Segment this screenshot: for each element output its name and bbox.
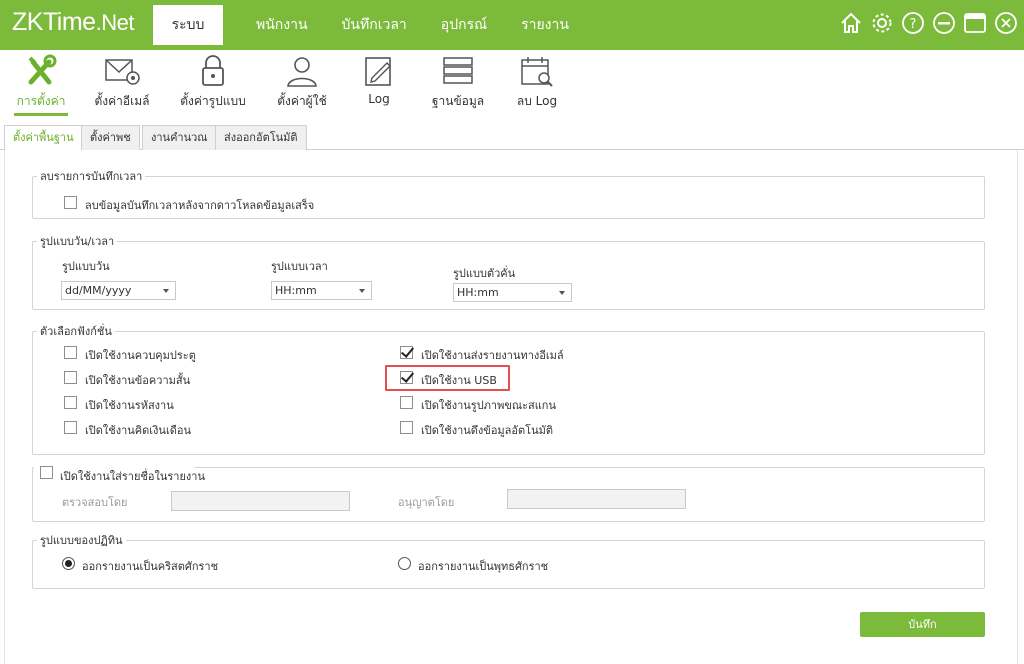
time-format-select[interactable]: HH:mm [271,281,372,300]
auto-download-label: เปิดใช้งานดึงข้อมูลอัตโนมัติ [421,424,553,437]
save-button[interactable]: บันทึก [860,612,985,637]
main-nav: ระบบ พนักงาน บันทึกเวลา อุปกรณ์ รายงาน [153,5,586,45]
usb-highlight-box [385,365,510,391]
nav-employee[interactable]: พนักงาน [239,5,325,45]
separator-format-select[interactable]: HH:mm [453,283,572,302]
calendar-format-legend: รูปแบบของปฏิทิน [40,534,123,547]
edit-log-icon [359,54,399,88]
function-options-legend: ตัวเลือกฟังก์ชั่น [40,325,112,338]
tool-user-settings[interactable]: ตั้งค่าผู้ใช้ [276,50,328,116]
payroll-checkbox[interactable] [64,421,77,434]
delete-records-legend: ลบรายการบันทึกเวลา [40,170,143,183]
nav-attendance[interactable]: บันทึกเวลา [325,5,424,45]
short-message-checkbox[interactable] [64,371,77,384]
svg-text:?: ? [910,17,917,32]
door-control-label: เปิดใช้งานควบคุมประตู [85,349,196,362]
tool-log[interactable]: Log [362,50,396,116]
home-icon[interactable] [839,11,863,35]
user-icon [282,54,322,88]
delete-after-download-label: ลบข้อมูลบันทึกเวลาหลังจากดาวโหลดข้อมูลเส… [85,199,315,212]
delete-log-icon [517,54,557,88]
short-message-label: เปิดใช้งานข้อความสั้น [85,374,191,387]
approved-by-input[interactable] [507,489,686,509]
email-settings-icon [102,54,142,88]
payroll-label: เปิดใช้งานคิดเงินเดือน [85,424,191,437]
lock-icon [193,54,233,88]
christian-era-radio[interactable] [62,557,75,570]
date-format-label: รูปแบบวัน [62,260,110,273]
tool-database[interactable]: ฐานข้อมูล [430,50,486,116]
top-bar: ZKTime.Net ระบบ พนักงาน บันทึกเวลา อุปกร… [0,0,1024,50]
signature-checkbox[interactable] [40,466,53,479]
tool-delete-log[interactable]: ลบ Log [514,50,560,116]
checked-by-input[interactable] [171,491,350,511]
time-format-label: รูปแบบเวลา [271,260,328,273]
database-icon [438,54,478,88]
approved-by-label: อนุญาตโดย [398,496,455,509]
tools-icon [21,54,61,88]
settings-toolbar: การตั้งค่า ตั้งค่าอีเมล์ ตั้งค่ารูปแบบ ต… [0,50,1024,118]
settings-icon[interactable] [870,11,894,35]
settings-subtabs: ตั้งค่าพื้นฐาน ตั้งค่าพช งานคำนวณ ส่งออก… [0,118,1024,151]
datetime-format-legend: รูปแบบวัน/เวลา [40,235,115,248]
buddhist-era-radio[interactable] [398,557,411,570]
scan-photo-checkbox[interactable] [400,396,413,409]
christian-era-label: ออกรายงานเป็นคริสตศักราช [82,560,219,573]
work-code-label: เปิดใช้งานรหัสงาน [85,399,174,412]
help-icon[interactable]: ? [901,11,925,35]
tool-email-settings[interactable]: ตั้งค่าอีเมล์ [90,50,154,116]
subtab-holiday[interactable]: ตั้งค่าพช [81,125,140,150]
separator-format-label: รูปแบบตัวคั่น [453,267,516,280]
nav-report[interactable]: รายงาน [504,5,586,45]
date-format-select[interactable]: dd/MM/yyyy [61,281,176,300]
chevron-down-icon [559,291,565,295]
chevron-down-icon [359,289,365,293]
work-code-checkbox[interactable] [64,396,77,409]
subtab-auto-export[interactable]: ส่งออกอัตโนมัติ [215,125,307,150]
app-logo: ZKTime.Net [12,8,134,36]
subtab-basic[interactable]: ตั้งค่าพื้นฐาน [4,125,83,151]
signature-legend: เปิดใช้งานใส่รายชื่อในรายงาน [60,470,205,483]
chevron-down-icon [163,289,169,293]
close-icon[interactable] [994,11,1018,35]
window-controls: ? [839,11,1018,35]
buddhist-era-label: ออกรายงานเป็นพุทธศักราช [418,560,549,573]
scan-photo-label: เปิดใช้งานรูปภาพขณะสแกน [421,399,556,412]
auto-download-checkbox[interactable] [400,421,413,434]
subtab-calculation[interactable]: งานคำนวณ [142,125,217,150]
checked-by-label: ตรวจสอบโดย [62,496,128,509]
maximize-icon[interactable] [963,11,987,35]
nav-device[interactable]: อุปกรณ์ [424,5,504,45]
nav-system[interactable]: ระบบ [153,5,223,45]
tool-format-settings[interactable]: ตั้งค่ารูปแบบ [180,50,246,116]
delete-after-download-checkbox[interactable] [64,196,77,209]
tool-settings[interactable]: การตั้งค่า [14,50,68,116]
minimize-icon[interactable] [932,11,956,35]
email-report-checkbox[interactable] [400,346,413,359]
email-report-label: เปิดใช้งานส่งรายงานทางอีเมล์ [421,349,564,362]
door-control-checkbox[interactable] [64,346,77,359]
